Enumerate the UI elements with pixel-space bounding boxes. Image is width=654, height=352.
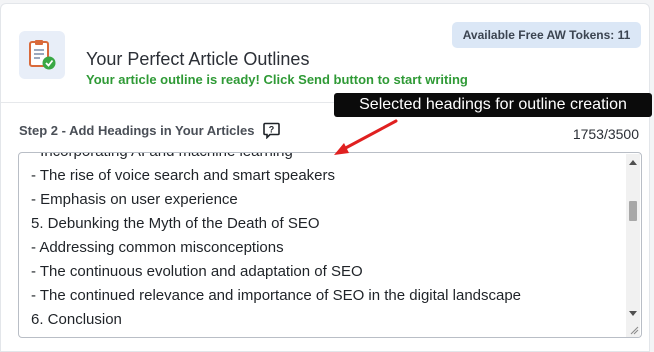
- svg-text:?: ?: [268, 125, 274, 135]
- annotation-arrow-icon: [334, 119, 398, 155]
- page-title: Your Perfect Article Outlines: [86, 49, 310, 69]
- outline-textarea[interactable]: - Incorporating AI and machine learning -…: [18, 152, 642, 338]
- help-chat-icon[interactable]: ?: [262, 122, 280, 139]
- character-counter: 1753/3500: [572, 126, 639, 142]
- outline-line: - Incorporating AI and machine learning: [31, 153, 521, 164]
- scroll-up-icon[interactable]: [629, 160, 637, 165]
- outline-line: - Final thoughts: [31, 332, 521, 337]
- scrollbar-thumb[interactable]: [629, 201, 637, 221]
- outline-lines: - Incorporating AI and machine learning -…: [31, 153, 522, 337]
- annotation-tooltip: Selected headings for outline creation: [334, 93, 652, 117]
- clipboard-check-icon: [19, 31, 65, 79]
- outline-card: Available Free AW Tokens: 11 Your Perfec…: [0, 3, 650, 352]
- outline-line: 5. Debunking the Myth of the Death of SE…: [31, 215, 320, 232]
- outline-line: - Addressing common misconceptions: [31, 239, 284, 256]
- card-header: Available Free AW Tokens: 11 Your Perfec…: [1, 4, 649, 103]
- outline-line: - Emphasis on user experience: [31, 191, 238, 208]
- tokens-badge: Available Free AW Tokens: 11: [452, 22, 641, 48]
- outline-line: - The continued relevance and importance…: [31, 287, 522, 304]
- scroll-down-icon[interactable]: [629, 311, 637, 316]
- outline-line: 6. Conclusion: [31, 311, 122, 328]
- outline-line: - The continuous evolution and adaptatio…: [31, 263, 363, 280]
- outline-line: - The rise of voice search and smart spe…: [31, 167, 336, 184]
- step-label: Step 2 - Add Headings in Your Articles ?: [19, 122, 280, 139]
- step-label-text: Step 2 - Add Headings in Your Articles: [19, 123, 255, 138]
- textarea-scrollbar[interactable]: [626, 154, 640, 337]
- resize-handle-icon[interactable]: [630, 326, 639, 335]
- status-message: Your article outline is ready! Click Sen…: [86, 72, 468, 87]
